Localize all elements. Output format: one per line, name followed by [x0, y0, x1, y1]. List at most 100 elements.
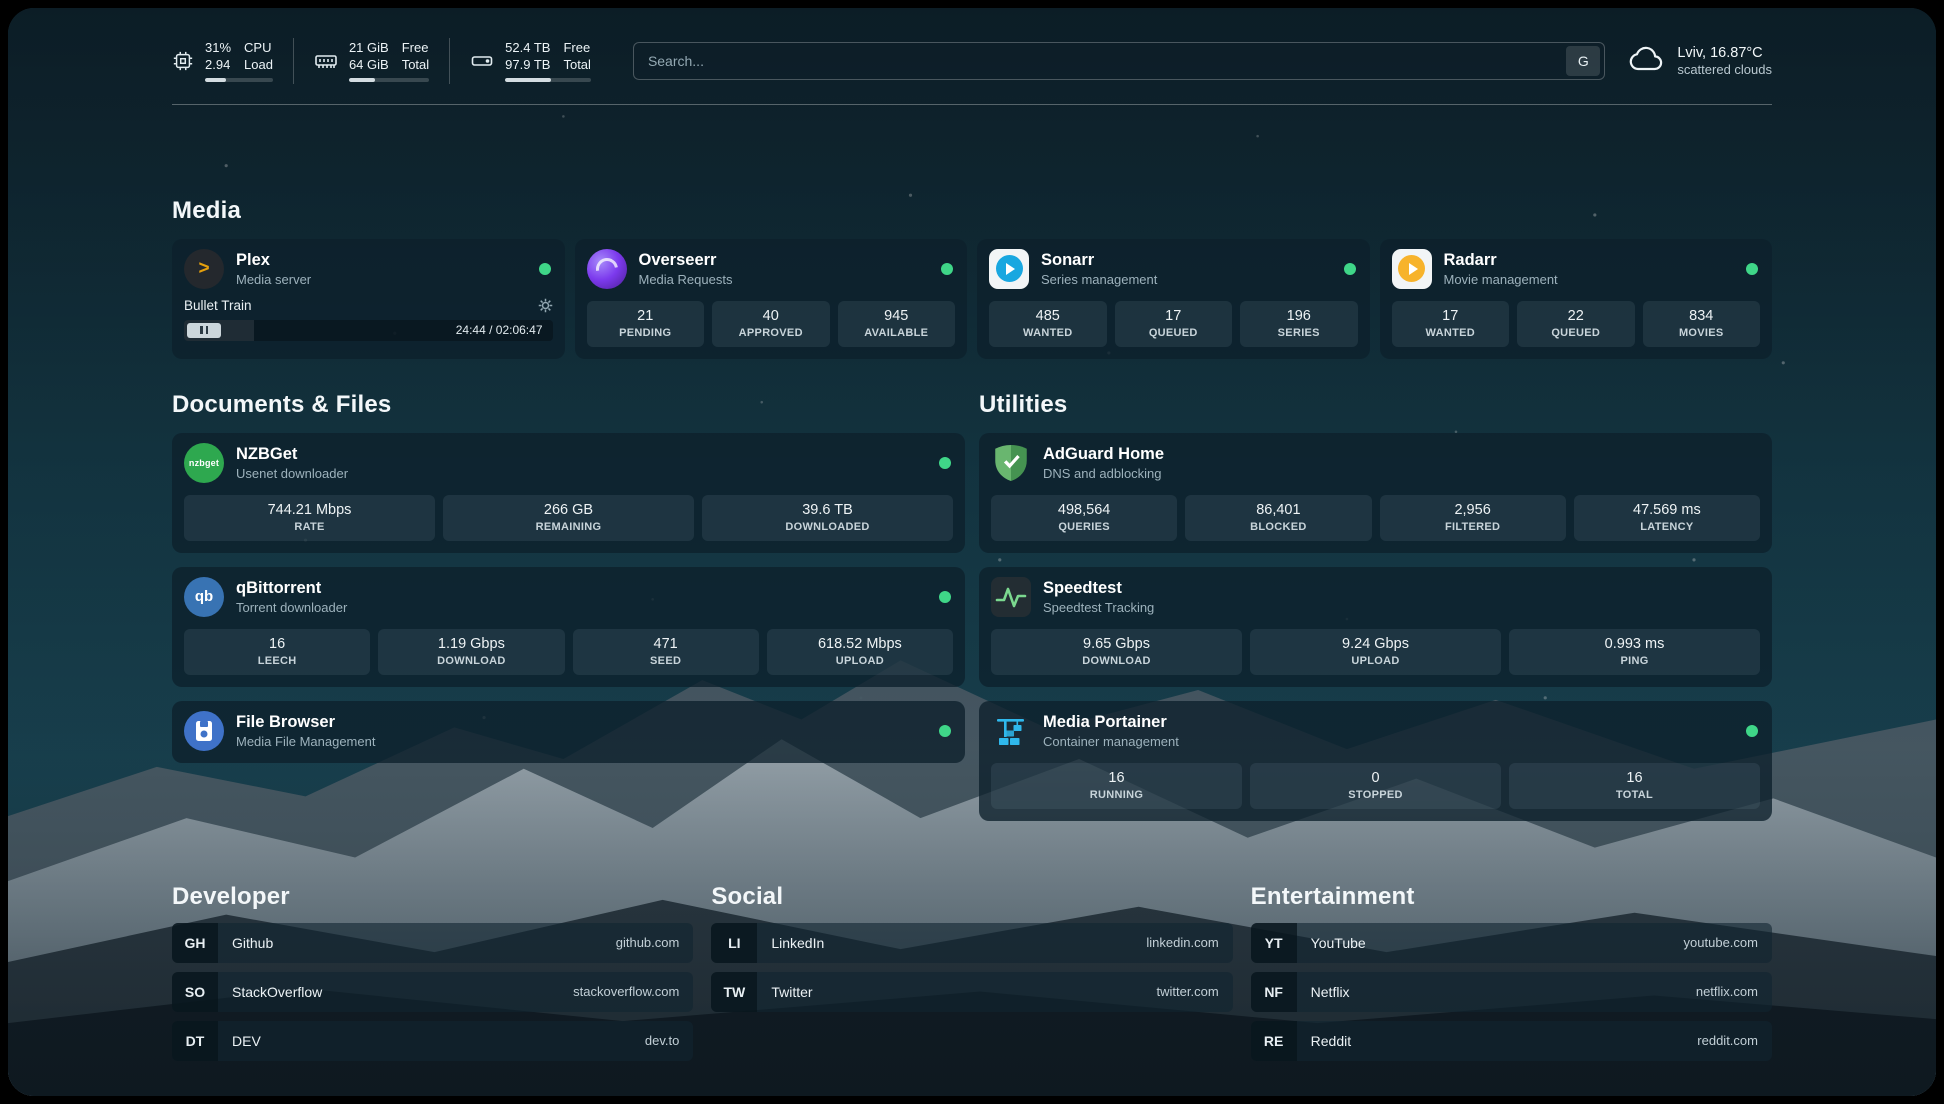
service-card-radarr[interactable]: Radarr Movie management 17 WANTED 22 QUE…	[1380, 239, 1773, 359]
service-subtitle: Media File Management	[236, 734, 927, 749]
memory-total-label: Total	[402, 57, 429, 74]
stat-label: QUERIES	[995, 521, 1173, 533]
service-card-sonarr[interactable]: Sonarr Series management 485 WANTED 17 Q…	[977, 239, 1370, 359]
status-online-dot	[1746, 725, 1758, 737]
service-card-portainer[interactable]: Media Portainer Container management 16 …	[979, 701, 1772, 821]
service-subtitle: Media Requests	[639, 272, 930, 287]
service-titles: Plex Media server	[236, 251, 527, 287]
stat-label: DOWNLOAD	[995, 655, 1238, 667]
search-input[interactable]	[648, 53, 1566, 69]
service-name: Speedtest	[1043, 579, 1760, 598]
adguard-shield-icon	[991, 443, 1031, 483]
middle-columns: Documents & Files nzbget NZBGet Usenet d…	[172, 391, 1772, 835]
bookmark-name: Twitter	[757, 984, 1156, 1000]
bookmark-group-social: Social LI LinkedIn linkedin.com TW Twitt…	[711, 883, 1232, 1070]
bookmark-stackoverflow[interactable]: SO StackOverflow stackoverflow.com	[172, 972, 693, 1012]
service-card-speedtest[interactable]: Speedtest Speedtest Tracking 9.65 Gbps D…	[979, 567, 1772, 687]
section-title-utilities: Utilities	[979, 391, 1772, 419]
service-card-filebrowser[interactable]: File Browser Media File Management	[172, 701, 965, 763]
service-name: qBittorrent	[236, 579, 927, 598]
stat-label: QUEUED	[1521, 327, 1631, 339]
cpu-usage-bar	[205, 78, 273, 82]
service-card-qbittorrent[interactable]: qb qBittorrent Torrent downloader 16 LEE…	[172, 567, 965, 687]
stat-label: UPLOAD	[1254, 655, 1497, 667]
bookmark-youtube[interactable]: YT YouTube youtube.com	[1251, 923, 1772, 963]
service-subtitle: Media server	[236, 272, 527, 287]
bookmark-group-entertainment: Entertainment YT YouTube youtube.com NF …	[1251, 883, 1772, 1070]
stat-value: 86,401	[1189, 502, 1367, 518]
stats-row: 16 LEECH 1.19 Gbps DOWNLOAD 471 SEED 6	[184, 629, 953, 675]
stat-ping: 0.993 ms PING	[1509, 629, 1760, 675]
stat-available: 945 AVAILABLE	[838, 301, 956, 347]
service-titles: Sonarr Series management	[1041, 251, 1332, 287]
bookmark-abbr: RE	[1251, 1021, 1297, 1061]
stat-wanted: 17 WANTED	[1392, 301, 1510, 347]
bookmarks-row: Developer GH Github github.com SO StackO…	[172, 883, 1772, 1090]
cpu-chip-icon	[172, 50, 194, 72]
stat-value: 16	[995, 770, 1238, 786]
radarr-icon	[1392, 249, 1432, 289]
service-subtitle: Torrent downloader	[236, 600, 927, 615]
stat-label: FILTERED	[1384, 521, 1562, 533]
section-utilities: Utilities	[979, 391, 1772, 835]
stat-value: 16	[1513, 770, 1756, 786]
stat-total: 16 TOTAL	[1509, 763, 1760, 809]
stat-label: QUEUED	[1119, 327, 1229, 339]
stat-value: 40	[716, 308, 826, 324]
service-card-overseerr[interactable]: Overseerr Media Requests 21 PENDING 40 A…	[575, 239, 968, 359]
service-titles: AdGuard Home DNS and adblocking	[1043, 445, 1760, 481]
stat-label: UPLOAD	[771, 655, 949, 667]
media-grid: > Plex Media server Bullet Train	[172, 239, 1772, 359]
disk-usage-bar	[505, 78, 591, 82]
dashboard-screen: 31% CPU 2.94 Load 21	[8, 8, 1936, 1096]
memory-usage-bar-fill	[349, 78, 375, 82]
bookmark-reddit[interactable]: RE Reddit reddit.com	[1251, 1021, 1772, 1061]
bookmark-abbr: DT	[172, 1021, 218, 1061]
bookmark-dev[interactable]: DT DEV dev.to	[172, 1021, 693, 1061]
pause-icon[interactable]	[187, 323, 221, 338]
playback-time: 24:44 / 02:06:47	[456, 323, 543, 337]
bookmark-url: twitter.com	[1157, 984, 1233, 999]
stat-wanted: 485 WANTED	[989, 301, 1107, 347]
bookmark-netflix[interactable]: NF Netflix netflix.com	[1251, 972, 1772, 1012]
bookmark-url: dev.to	[645, 1033, 693, 1048]
stat-label: LATENCY	[1578, 521, 1756, 533]
service-titles: Radarr Movie management	[1444, 251, 1735, 287]
stat-value: 47.569 ms	[1578, 502, 1756, 518]
status-online-dot	[539, 263, 551, 275]
stats-row: 498,564 QUERIES 86,401 BLOCKED 2,956 FIL…	[991, 495, 1760, 541]
memory-usage-bar	[349, 78, 429, 82]
stat-label: RATE	[188, 521, 431, 533]
stat-value: 945	[842, 308, 952, 324]
disk-free: 52.4 TB	[505, 40, 550, 57]
memory-readout: 21 GiB Free 64 GiB Total	[349, 40, 429, 82]
stat-label: LEECH	[188, 655, 366, 667]
service-name: NZBGet	[236, 445, 927, 464]
search-bar[interactable]: G	[633, 42, 1605, 80]
filebrowser-icon	[184, 711, 224, 751]
hard-drive-icon	[470, 50, 494, 72]
bookmark-linkedin[interactable]: LI LinkedIn linkedin.com	[711, 923, 1232, 963]
service-card-nzbget[interactable]: nzbget NZBGet Usenet downloader 744.21 M…	[172, 433, 965, 553]
stat-seed: 471 SEED	[573, 629, 759, 675]
bookmark-github[interactable]: GH Github github.com	[172, 923, 693, 963]
service-card-plex[interactable]: > Plex Media server Bullet Train	[172, 239, 565, 359]
playback-progress-bar[interactable]: 24:44 / 02:06:47	[184, 320, 553, 341]
bookmark-abbr: YT	[1251, 923, 1297, 963]
search-provider-button[interactable]: G	[1566, 46, 1600, 76]
stat-value: 39.6 TB	[706, 502, 949, 518]
stat-queued: 17 QUEUED	[1115, 301, 1233, 347]
now-playing-title: Bullet Train	[184, 298, 252, 313]
gear-icon[interactable]	[538, 298, 553, 313]
stat-value: 196	[1244, 308, 1354, 324]
stat-queries: 498,564 QUERIES	[991, 495, 1177, 541]
stat-value: 618.52 Mbps	[771, 636, 949, 652]
bookmark-twitter[interactable]: TW Twitter twitter.com	[711, 972, 1232, 1012]
service-card-adguard[interactable]: AdGuard Home DNS and adblocking 498,564 …	[979, 433, 1772, 553]
bookmark-name: Netflix	[1297, 984, 1696, 1000]
service-titles: qBittorrent Torrent downloader	[236, 579, 927, 615]
status-online-dot	[941, 263, 953, 275]
stat-remaining: 266 GB REMAINING	[443, 495, 694, 541]
stat-series: 196 SERIES	[1240, 301, 1358, 347]
bookmark-url: github.com	[616, 935, 694, 950]
